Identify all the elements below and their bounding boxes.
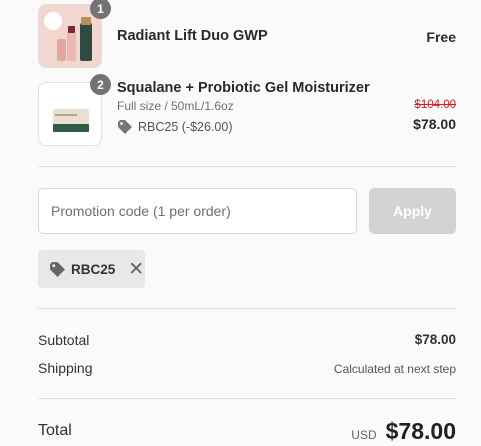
line-item: 1 Radiant Lift Duo GWP Free: [38, 0, 456, 68]
product-price: Free: [426, 29, 456, 45]
original-price: $104.00: [414, 99, 456, 111]
line-item: 2 Squalane + Probiotic Gel Moisturizer F…: [38, 74, 456, 146]
applied-discount-chip: RBC25 ✕: [38, 250, 145, 288]
total-amount: $78.00: [385, 418, 456, 444]
close-icon[interactable]: ✕: [128, 260, 144, 279]
product-name: Squalane + Probiotic Gel Moisturizer: [117, 80, 370, 96]
shipping-label: Shipping: [38, 360, 93, 376]
total-label: Total: [38, 422, 72, 439]
product-variant: Full size / 50mL/1.6oz: [117, 99, 234, 113]
total-price: USD $78.00: [351, 418, 456, 445]
divider: [38, 308, 456, 309]
divider: [38, 166, 456, 167]
promo-code-input[interactable]: [38, 188, 357, 234]
apply-button[interactable]: Apply: [369, 188, 456, 234]
currency-code: USD: [351, 428, 377, 442]
product-name: Radiant Lift Duo GWP: [117, 28, 268, 44]
discount-allocation: RBC25 (-$26.00): [117, 119, 233, 135]
subtotal-value: $78.00: [414, 332, 456, 347]
quantity-badge: 1: [90, 0, 111, 19]
shipping-value: Calculated at next step: [333, 362, 456, 376]
divider: [38, 398, 456, 399]
tag-icon: [50, 261, 65, 277]
discount-label: RBC25 (-$26.00): [138, 120, 233, 134]
moisturizer-jar-icon: [39, 83, 101, 145]
tag-icon: [118, 120, 132, 134]
applied-code-label: RBC25: [71, 261, 116, 277]
quantity-badge: 2: [90, 74, 111, 95]
product-price: $78.00: [413, 116, 456, 132]
subtotal-label: Subtotal: [38, 332, 90, 348]
